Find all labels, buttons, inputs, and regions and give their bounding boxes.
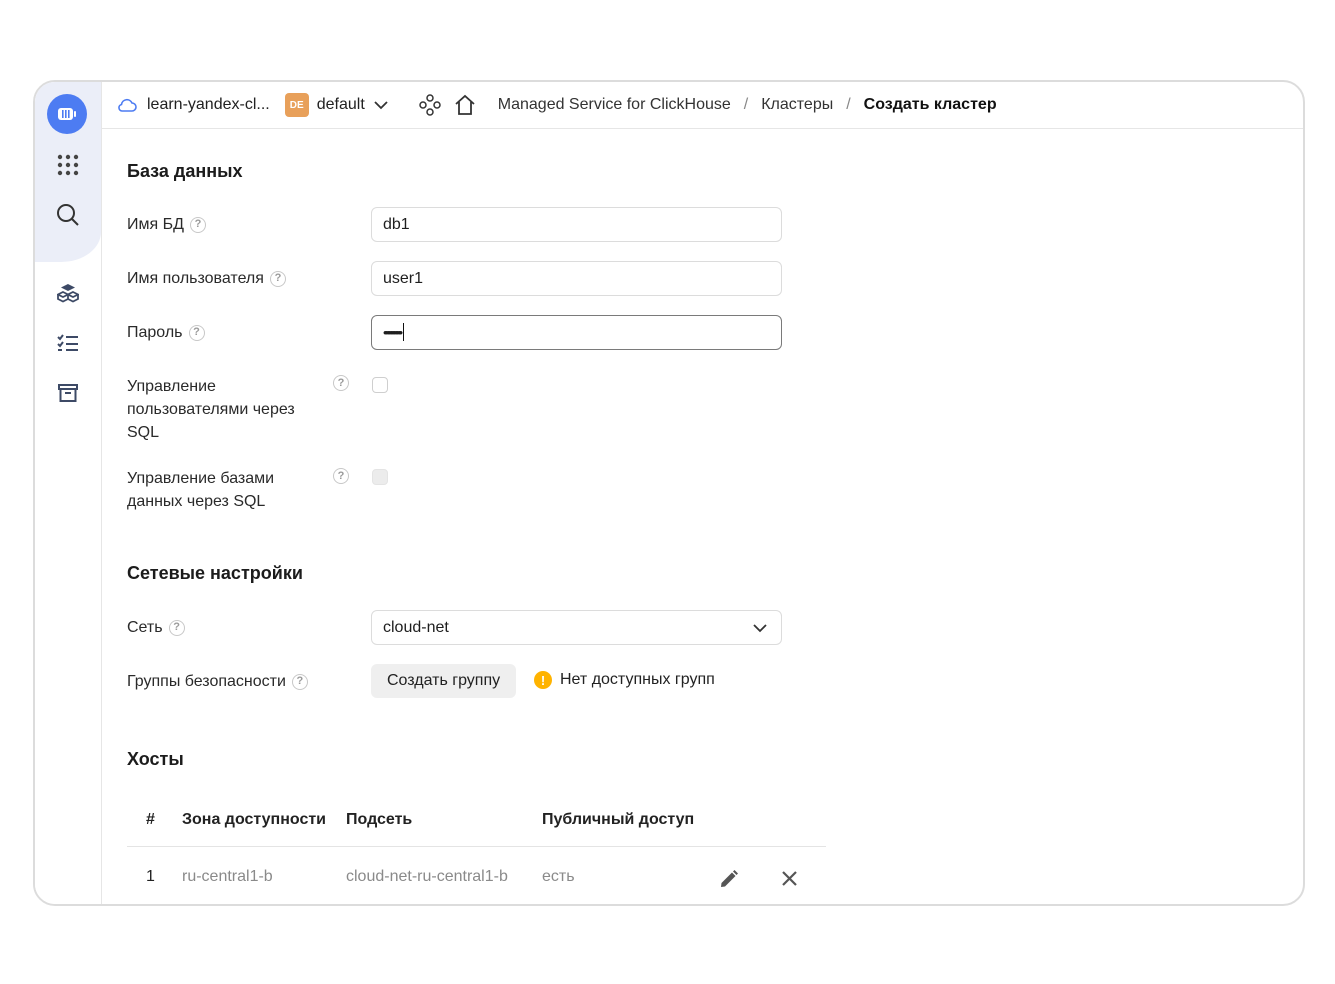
help-icon[interactable]: ? <box>291 673 308 690</box>
sql-db-mgmt-label: Управление базами данных через SQL <box>127 470 275 510</box>
network-select[interactable]: cloud-net <box>371 610 782 645</box>
breadcrumb-clusters[interactable]: Кластеры <box>761 96 833 114</box>
archive-icon[interactable] <box>48 373 88 413</box>
help-icon[interactable]: ? <box>269 270 286 287</box>
user-name-label-text: Имя пользователя <box>127 270 264 287</box>
top-header: learn-yandex-cl... DE default Managed Se… <box>102 82 1303 129</box>
column-header-zone: Зона доступности <box>182 811 327 828</box>
password-label: Пароль? <box>127 321 205 344</box>
column-header-public: Публичный доступ <box>542 811 695 828</box>
hosts-section-title: Хосты <box>127 749 184 769</box>
services-icon[interactable] <box>419 94 441 116</box>
edit-pencil-icon[interactable] <box>719 869 739 894</box>
search-icon[interactable] <box>48 195 88 235</box>
network-label-text: Сеть <box>127 619 163 636</box>
column-header-number: # <box>146 811 155 828</box>
folder-selector[interactable]: DE default <box>284 93 388 117</box>
password-label-text: Пароль <box>127 324 183 341</box>
db-name-label-text: Имя БД <box>127 216 184 233</box>
breadcrumb-current: Создать кластер <box>863 96 997 113</box>
help-icon[interactable]: ? <box>188 324 205 341</box>
user-name-input[interactable]: user1 <box>371 261 782 296</box>
network-select-value: cloud-net <box>383 619 449 636</box>
row-public: есть <box>542 868 575 885</box>
create-group-button[interactable]: Создать группу <box>371 664 517 698</box>
main-content: База данных Имя БД? db1 Имя пользователя… <box>102 129 1303 904</box>
sql-user-mgmt-checkbox[interactable] <box>372 377 388 393</box>
app-window: learn-yandex-cl... DE default Managed Se… <box>33 80 1305 906</box>
cloud-name: learn-yandex-cl... <box>147 96 270 113</box>
breadcrumb-service[interactable]: Managed Service for ClickHouse <box>498 96 731 114</box>
database-section-title: База данных <box>127 161 243 181</box>
delete-close-icon[interactable] <box>781 870 798 892</box>
chevron-down-icon <box>374 100 388 110</box>
sidebar <box>35 82 102 904</box>
column-header-subnet: Подсеть <box>346 811 413 828</box>
folder-name: default <box>316 96 365 113</box>
db-name-label: Имя БД? <box>127 213 206 236</box>
table-divider <box>127 846 826 847</box>
operations-list-icon[interactable] <box>48 323 88 363</box>
user-name-label: Имя пользователя? <box>127 267 286 290</box>
cloud-selector[interactable]: learn-yandex-cl... <box>117 96 270 114</box>
network-section-title: Сетевые настройки <box>127 563 303 583</box>
security-groups-label-text: Группы безопасности <box>127 673 286 690</box>
row-subnet: cloud-net-ru-central1-b <box>346 868 508 885</box>
warning-icon: ! <box>534 671 552 689</box>
help-icon[interactable]: ? <box>168 619 185 636</box>
db-name-input[interactable]: db1 <box>371 207 782 242</box>
clickhouse-logo-icon[interactable] <box>47 94 87 134</box>
breadcrumb-separator: / <box>846 96 851 113</box>
clusters-icon[interactable] <box>48 273 88 313</box>
sql-db-mgmt-checkbox <box>372 469 388 485</box>
apps-grid-icon[interactable] <box>48 145 88 185</box>
security-groups-label: Группы безопасности? <box>127 670 308 693</box>
warning-text: Нет доступных групп <box>560 671 715 688</box>
network-label: Сеть? <box>127 616 185 639</box>
help-icon[interactable]: ? <box>333 468 349 484</box>
home-icon[interactable] <box>454 94 476 116</box>
help-icon[interactable]: ? <box>189 216 206 233</box>
sql-user-mgmt-label: Управление пользователями через SQL <box>127 378 295 441</box>
row-zone: ru-central1-b <box>182 868 273 885</box>
no-groups-warning: ! Нет доступных групп <box>534 671 715 689</box>
cloud-icon <box>117 98 137 112</box>
folder-badge: DE <box>284 93 309 117</box>
text-cursor <box>403 323 405 341</box>
password-input[interactable]: ••••••••••• <box>371 315 782 350</box>
help-icon[interactable]: ? <box>333 375 349 391</box>
row-number: 1 <box>146 868 155 885</box>
password-value: ••••••••••• <box>383 325 403 340</box>
breadcrumb-separator: / <box>743 96 749 113</box>
chevron-down-icon <box>753 611 767 644</box>
